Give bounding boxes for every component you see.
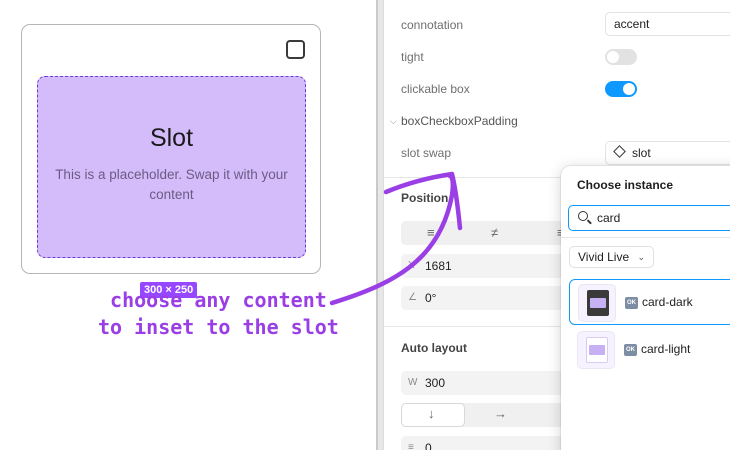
component-icon: OK	[625, 297, 638, 309]
slot-title: Slot	[149, 123, 194, 152]
handwritten-annotation: choose any content to inset to the slot	[98, 287, 339, 341]
layout-direction-controls: ↓ →	[401, 403, 581, 427]
connotation-label: connotation	[401, 18, 464, 32]
thumb-slot	[589, 345, 605, 355]
clickable-box-label: clickable box	[401, 82, 470, 96]
gap-icon: ≡	[408, 442, 414, 450]
popover-title: Choose instance	[577, 178, 674, 192]
search-icon	[578, 211, 588, 221]
slot-placeholder[interactable]: Slot This is a placeholder. Swap it with…	[37, 76, 306, 258]
x-prefix: X	[408, 260, 415, 271]
search-value: card	[597, 211, 621, 225]
card-dark-thumbnail	[578, 284, 616, 322]
panel-resize-handle[interactable]	[376, 0, 384, 450]
width-value: 300	[425, 376, 446, 390]
thumb-slot	[590, 298, 606, 308]
arrow-down-icon[interactable]: ↓	[428, 406, 435, 421]
toggle-knob	[607, 51, 619, 63]
toggle-knob	[623, 83, 635, 95]
instance-search-input[interactable]: card	[568, 205, 730, 231]
group-title: boxCheckboxPadding	[401, 114, 518, 128]
design-canvas[interactable]: Slot This is a placeholder. Swap it with…	[0, 0, 376, 450]
slot-description: This is a placeholder. Swap it with your…	[55, 166, 288, 202]
gap-value: 0	[425, 441, 432, 450]
library-select[interactable]: Vivid Live ⌄	[569, 246, 654, 268]
tight-toggle[interactable]	[605, 49, 637, 65]
chevron-down-icon: ⌄	[637, 252, 645, 262]
arrow-right-icon[interactable]: →	[494, 406, 507, 421]
position-title: Position	[401, 191, 449, 205]
slot-swap-label: slot swap	[401, 146, 452, 160]
connotation-select[interactable]: accent	[605, 12, 730, 36]
annotation-line: choose any content	[110, 288, 327, 312]
width-field[interactable]: W 300	[401, 371, 566, 395]
instance-item-card-light[interactable]: OK card-light	[569, 327, 730, 373]
align-center-icon[interactable]: ≠	[491, 225, 498, 240]
width-prefix: W	[408, 377, 418, 388]
instance-name: card-dark	[642, 295, 693, 309]
library-name: Vivid Live	[578, 250, 630, 264]
choose-instance-popover: Choose instance card Vivid Live ⌄ OK car…	[561, 166, 730, 450]
clickable-box-toggle[interactable]	[605, 81, 637, 97]
card-component-frame[interactable]: Slot This is a placeholder. Swap it with…	[21, 24, 321, 274]
slot-swap-select[interactable]: slot	[605, 141, 730, 165]
divider	[561, 237, 730, 238]
component-icon: OK	[624, 344, 637, 356]
slot-swap-value: slot	[632, 146, 651, 160]
auto-layout-title: Auto layout	[401, 341, 467, 355]
chevron-down-icon[interactable]: ⌵	[390, 116, 397, 127]
align-left-icon[interactable]: ≡	[427, 225, 435, 240]
rotation-field[interactable]: ∠ 0°	[401, 286, 566, 310]
x-position-field[interactable]: X 1681	[401, 254, 566, 278]
instance-item-card-dark[interactable]: OK card-dark	[569, 279, 730, 325]
card-light-thumbnail	[577, 331, 615, 369]
checkbox-icon[interactable]	[286, 40, 305, 59]
gap-field[interactable]: ≡ 0	[401, 436, 566, 450]
instance-name: card-light	[641, 342, 691, 356]
x-value: 1681	[425, 259, 452, 273]
tight-label: tight	[401, 50, 424, 64]
annotation-line: to inset to the slot	[98, 315, 339, 339]
rotation-icon: ∠	[408, 292, 417, 303]
rotation-value: 0°	[425, 291, 437, 305]
instance-swap-icon	[613, 145, 626, 158]
